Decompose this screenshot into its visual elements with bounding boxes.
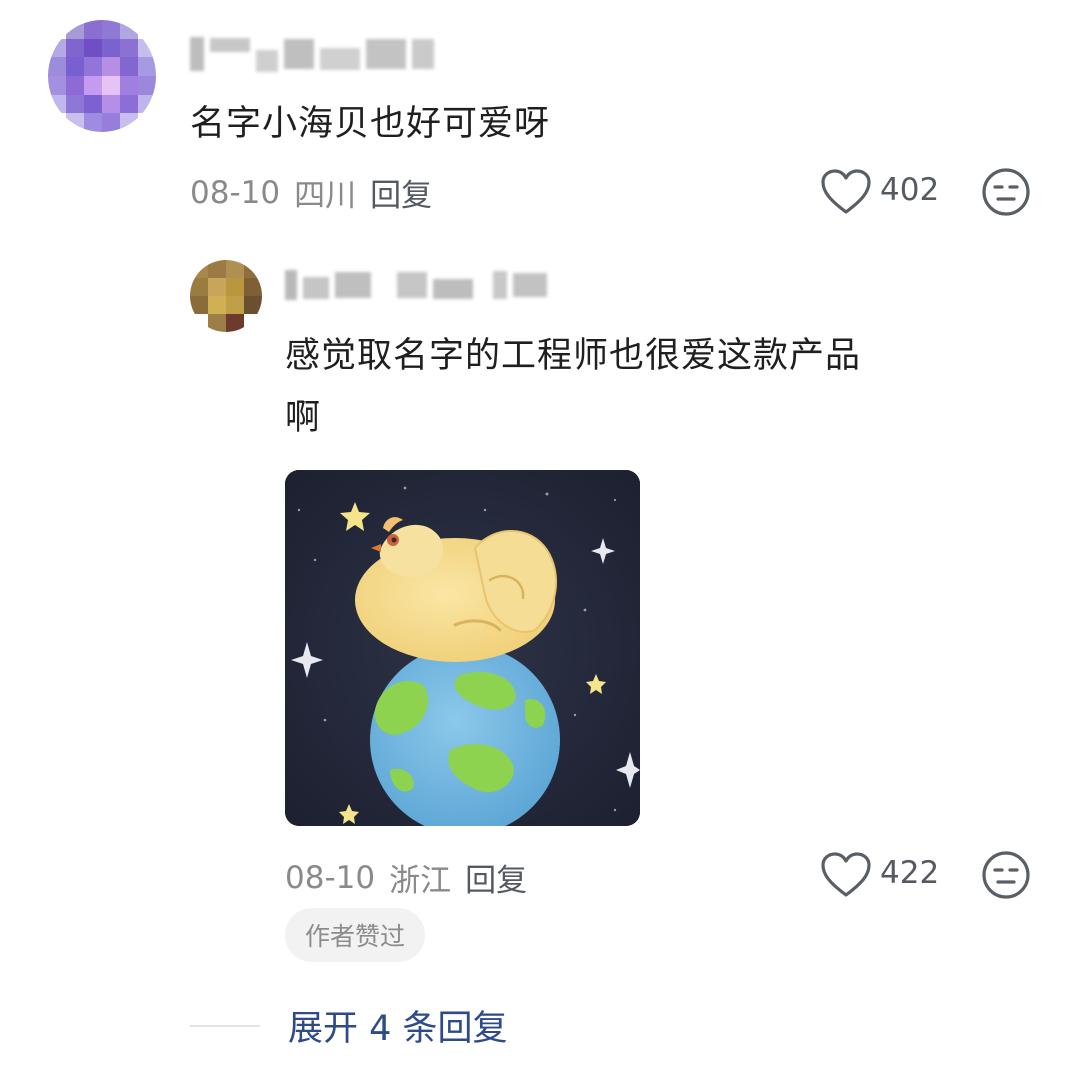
username-blurred[interactable]	[190, 36, 434, 72]
comment-meta: 08-10 四川 回复	[190, 170, 432, 215]
neutral-face-icon[interactable]	[980, 166, 1032, 222]
reply-button[interactable]: 回复	[370, 170, 432, 215]
comment-date: 08-10	[190, 174, 281, 211]
avatar[interactable]	[48, 20, 156, 132]
expand-replies-row[interactable]: 展开 4 条回复	[190, 1000, 508, 1051]
reply-date: 08-10	[285, 859, 376, 896]
reply-avatar[interactable]	[190, 260, 262, 332]
author-liked-badge: 作者赞过	[285, 908, 426, 962]
reply-username-blurred[interactable]	[285, 270, 547, 300]
like-count: 422	[880, 855, 940, 891]
reply-location: 浙江	[389, 863, 452, 899]
expand-replies-button[interactable]: 展开 4 条回复	[288, 1000, 508, 1051]
reply-meta: 08-10 浙江 回复	[285, 855, 527, 900]
comment-location: 四川	[294, 178, 357, 214]
reply-text: 感觉取名字的工程师也很爱这款产品 啊	[285, 325, 861, 449]
heart-outline-icon[interactable]	[820, 168, 872, 220]
reply-text-line: 啊	[285, 398, 322, 438]
divider-line	[190, 1024, 260, 1027]
heart-outline-icon[interactable]	[820, 851, 872, 903]
neutral-face-icon[interactable]	[980, 849, 1032, 905]
like-count: 402	[880, 172, 940, 208]
comment-text: 名字小海贝也好可爱呀	[190, 104, 551, 144]
reply-button[interactable]: 回复	[465, 855, 527, 900]
reply-text-line: 感觉取名字的工程师也很爱这款产品	[285, 336, 862, 376]
reply-image[interactable]	[285, 470, 640, 826]
